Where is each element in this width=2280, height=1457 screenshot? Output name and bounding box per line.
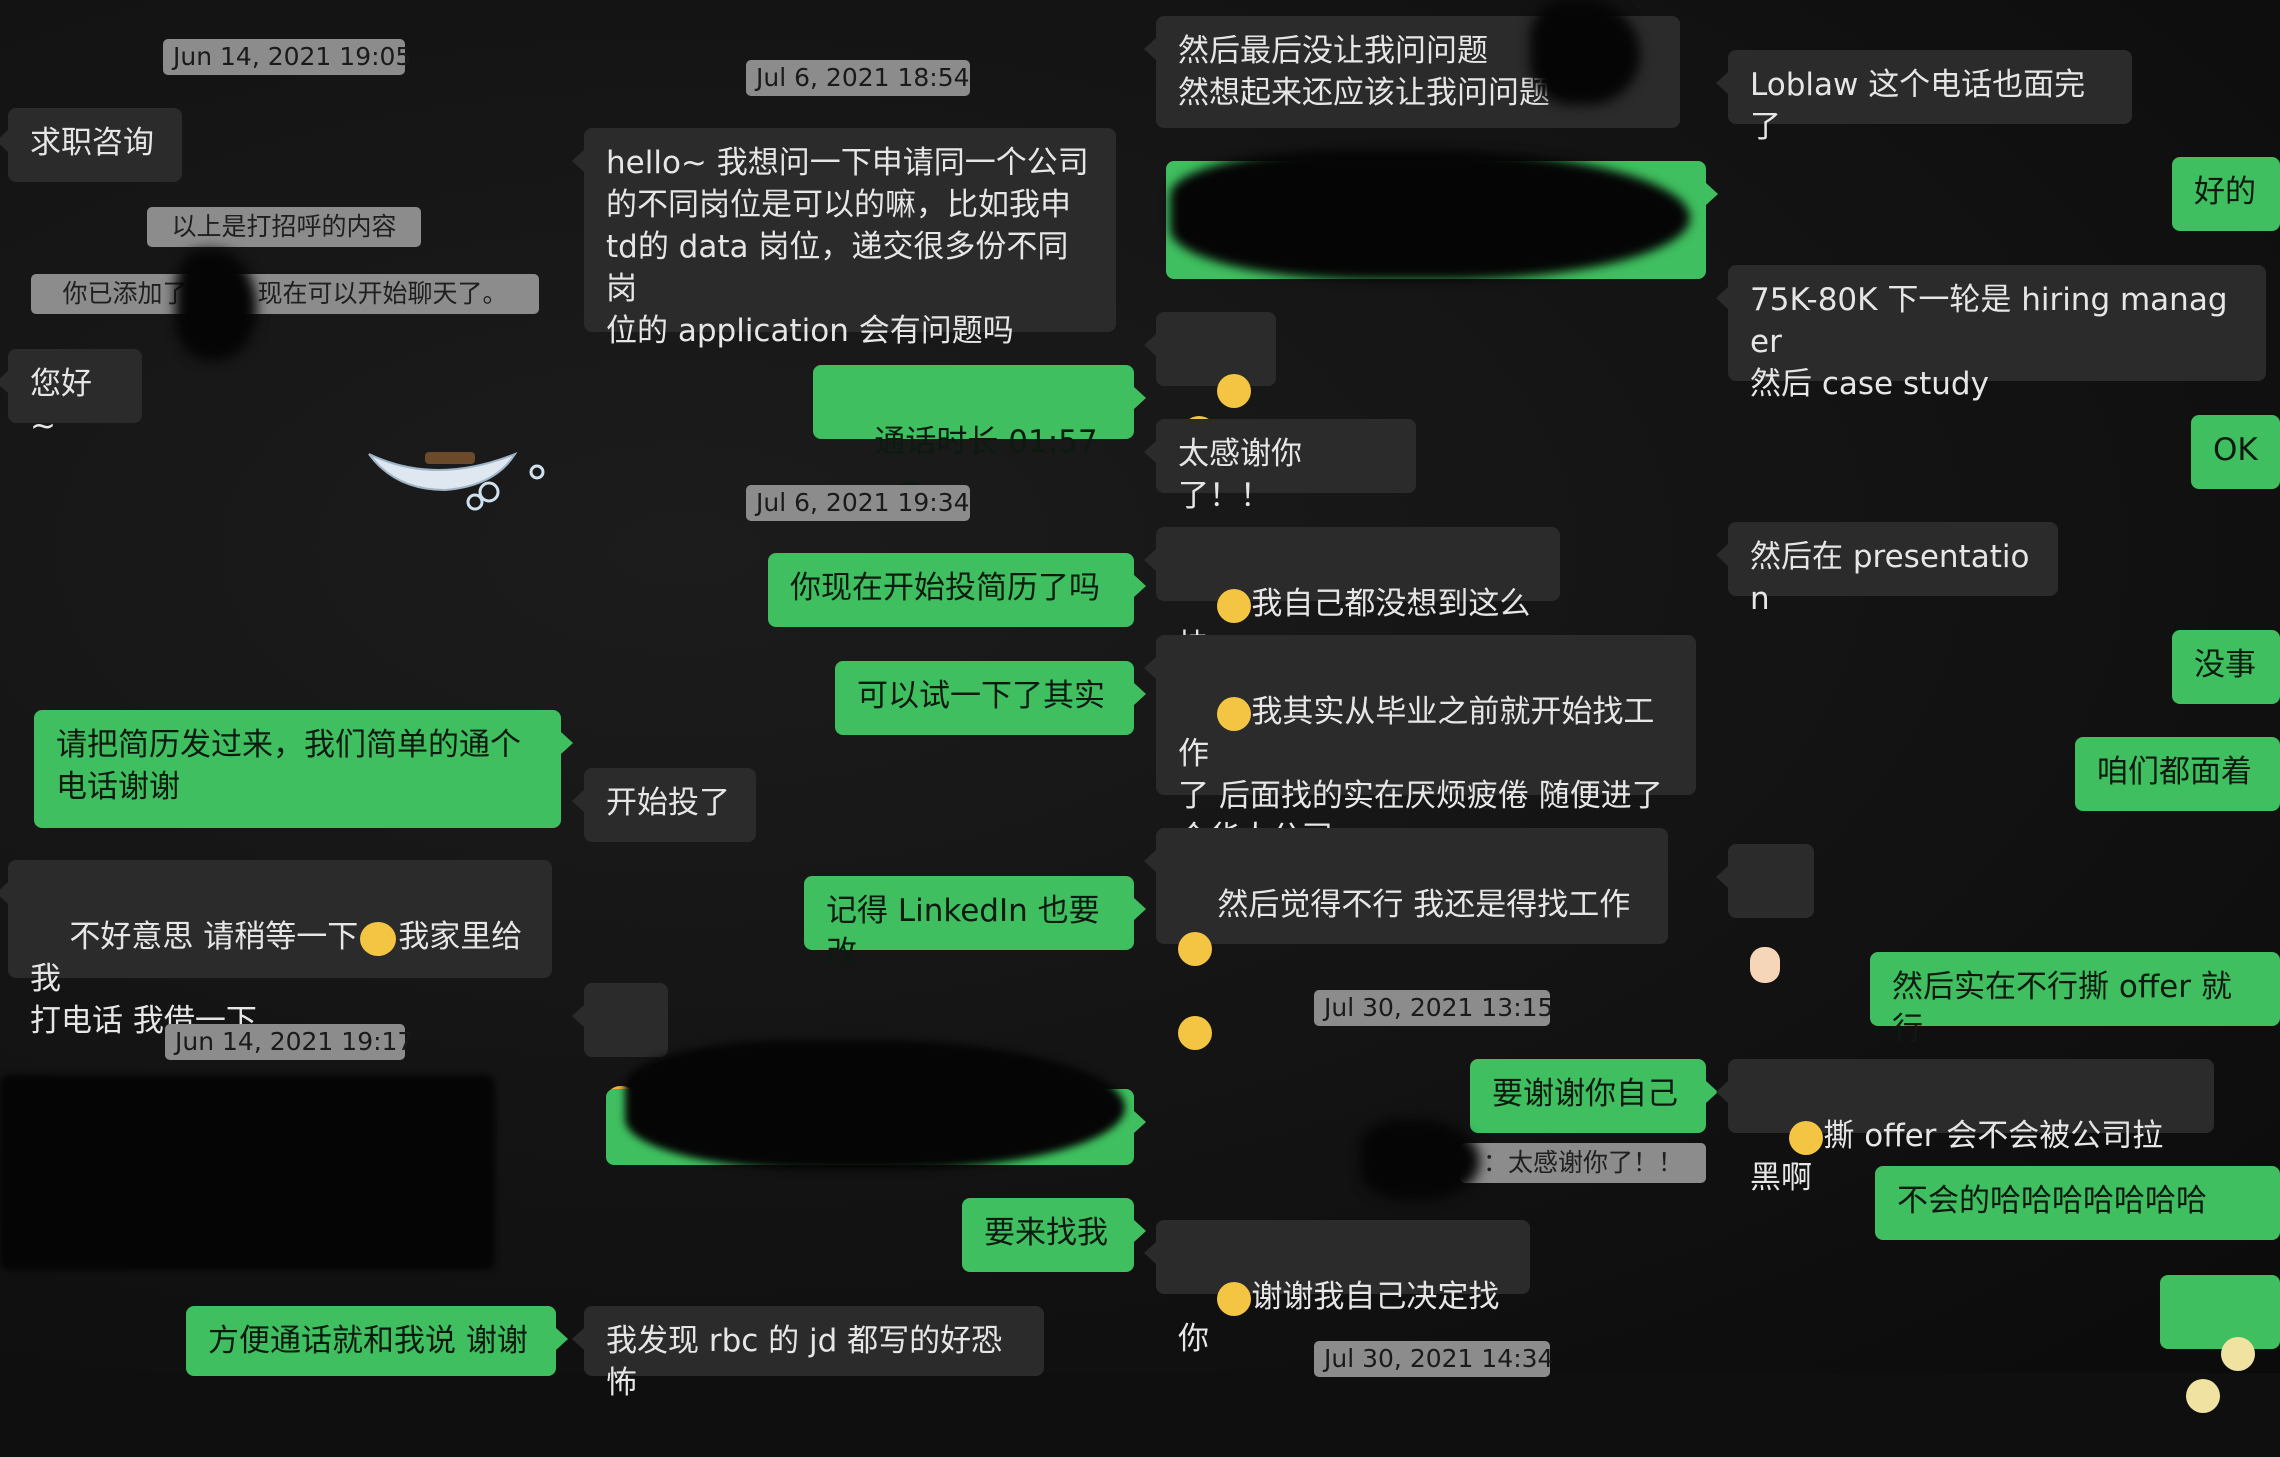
system-notice: 以上是打招呼的内容 <box>147 207 421 247</box>
incoming-message[interactable]: 然后在 presentation <box>1716 522 2058 617</box>
laughing-emoji-icon <box>1178 931 1212 966</box>
timestamp: Jul 30, 2021 13:15 <box>1314 990 1553 1026</box>
outgoing-message[interactable]: 记得 LinkedIn 也要改 <box>804 876 1146 971</box>
laughing-emoji-icon <box>1178 1015 1212 1050</box>
incoming-message[interactable]: 谢谢我自己决定找你 <box>1144 1220 1530 1357</box>
outgoing-message[interactable]: 请把简历发过来，我们简单的通个 电话谢谢 <box>34 710 573 828</box>
timestamp: Jun 14, 2021 19:17 <box>165 1024 413 1060</box>
outgoing-message[interactable]: 没事 <box>2172 630 2280 704</box>
redaction-mark <box>1170 150 1690 280</box>
redaction-mark <box>1530 0 1640 105</box>
call-duration-text: 通话时长 01:57 <box>874 424 1098 460</box>
incoming-message[interactable]: hello~ 我想问一下申请同一个公司 的不同岗位是可以的嘛，比如我申 td的 … <box>572 128 1116 349</box>
incoming-message[interactable]: 75K-80K 下一轮是 hiring manager 然后 case stud… <box>1716 265 2266 402</box>
system-notice-part-b: 现在可以开始聊天了。 <box>257 279 508 308</box>
timestamp: Jul 30, 2021 14:34 <box>1314 1341 1553 1377</box>
outgoing-message[interactable]: 可以试一下了其实 <box>835 661 1146 735</box>
outgoing-emoji-message[interactable] <box>2160 1275 2280 1413</box>
system-notice-added: 你已添加了 现在可以开始聊天了。 <box>31 274 539 314</box>
boat-sticker-icon <box>368 451 545 511</box>
sweat-laugh-emoji-icon <box>1217 696 1252 731</box>
redaction-mark <box>1360 1120 1480 1200</box>
incoming-emoji-message[interactable] <box>1144 312 1276 450</box>
voice-call-record[interactable]: 通话时长 01:57 <box>813 365 1146 496</box>
outgoing-message[interactable]: 不会的哈哈哈哈哈哈哈 <box>1875 1166 2280 1240</box>
outgoing-message[interactable]: 要来找我 <box>962 1198 1146 1272</box>
incoming-message[interactable]: 开始投了 <box>572 768 756 842</box>
incoming-message[interactable]: 不好意思 请稍等一下 我家里给我 打电话 我借一下 <box>0 860 552 1039</box>
incoming-message[interactable]: 您好 ~ <box>0 349 142 444</box>
chat-screenshot-collage: Jun 14, 2021 19:05 求职咨询 以上是打招呼的内容 你已添加了 现… <box>0 0 2280 1413</box>
timestamp: Jul 6, 2021 19:34 <box>746 485 970 521</box>
outgoing-message[interactable]: 然后实在不行撕 offer 就行 <box>1870 952 2280 1047</box>
outgoing-message[interactable]: OK <box>2191 415 2280 489</box>
cat-emoji-icon <box>2186 1378 2220 1413</box>
cat-emoji-icon <box>2221 1336 2256 1371</box>
sweat-emoji-icon <box>360 921 397 956</box>
timestamp: Jul 6, 2021 18:54 <box>746 60 970 96</box>
redaction-mark <box>0 1075 495 1270</box>
incoming-message[interactable]: 然后觉得不行 我还是得找工作 <box>1144 828 1668 1050</box>
outgoing-message[interactable]: 咱们都面着 <box>2075 737 2280 811</box>
ok-hand-emoji-icon <box>1750 946 1780 983</box>
redaction-mark <box>175 250 257 360</box>
timestamp: Jun 14, 2021 19:05 <box>163 39 411 75</box>
outgoing-message[interactable]: 好的 <box>2172 157 2280 231</box>
tongue-out-emoji-icon <box>1217 373 1252 408</box>
redaction-mark <box>625 1040 1125 1170</box>
incoming-emoji-message[interactable] <box>572 983 668 1122</box>
outgoing-message[interactable]: 你现在开始投简历了吗 <box>768 553 1146 627</box>
sweat-laugh-emoji-icon <box>1217 588 1252 623</box>
incoming-message[interactable]: 我其实从毕业之前就开始找工作 了 后面找的实在厌烦疲倦 随便进了 个华人公司 <box>1144 635 1696 856</box>
incoming-message[interactable]: 太感谢你了！！ <box>1144 419 1416 514</box>
system-notice-part-a: 你已添加了 <box>62 279 188 308</box>
message-text-a: 不好意思 请稍等一下 <box>69 919 359 955</box>
quoted-reply: ：太感谢你了！！ <box>1460 1143 1706 1183</box>
laughing-emoji-icon <box>1217 1281 1252 1316</box>
incoming-message[interactable]: Loblaw 这个电话也面完了 <box>1716 50 2132 145</box>
outgoing-message[interactable]: 方便通话就和我说 谢谢 <box>186 1306 568 1376</box>
incoming-emoji-message[interactable] <box>1716 844 1814 983</box>
laughing-emoji-icon <box>1789 1120 1824 1155</box>
sticker-image[interactable] <box>365 446 550 516</box>
incoming-message[interactable]: 我自己都没想到这么快 <box>1144 527 1560 664</box>
incoming-message[interactable]: 我发现 rbc 的 jd 都写的好恐怖 <box>572 1306 1044 1401</box>
message-text: 然后觉得不行 我还是得找工作 <box>1217 887 1631 923</box>
incoming-message[interactable]: 撕 offer 会不会被公司拉黑啊 <box>1716 1059 2214 1196</box>
outgoing-message[interactable]: 要谢谢你自己 <box>1470 1059 1718 1133</box>
incoming-message[interactable]: 求职咨询 <box>0 108 182 182</box>
